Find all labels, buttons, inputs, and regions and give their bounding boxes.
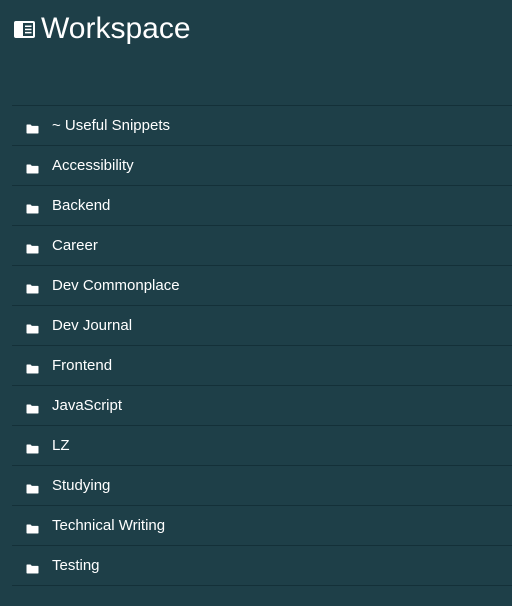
folder-item-dev-commonplace[interactable]: Dev Commonplace (12, 266, 512, 306)
folder-icon (26, 241, 39, 253)
folder-icon (26, 521, 39, 533)
folder-icon (26, 161, 39, 173)
folder-label: Frontend (52, 357, 113, 374)
folder-item-useful-snippets[interactable]: ~ Useful Snippets (12, 106, 512, 146)
folder-icon (26, 401, 39, 413)
folder-item-backend[interactable]: Backend (12, 186, 512, 226)
folder-icon (26, 201, 39, 213)
folder-item-technical-writing[interactable]: Technical Writing (12, 506, 512, 546)
folder-icon (26, 281, 39, 293)
folder-label: Backend (52, 197, 111, 214)
sidebar-notebook-icon[interactable] (13, 20, 36, 39)
folder-icon (26, 561, 39, 573)
folder-label: Career (52, 237, 98, 254)
folder-item-accessibility[interactable]: Accessibility (12, 146, 512, 186)
folder-item-career[interactable]: Career (12, 226, 512, 266)
workspace-header: Workspace (13, 9, 191, 49)
folder-item-lz[interactable]: LZ (12, 426, 512, 466)
page-title: Workspace (41, 12, 191, 45)
folder-label: JavaScript (52, 397, 123, 414)
folder-item-testing[interactable]: Testing (12, 546, 512, 586)
folder-label: ~ Useful Snippets (52, 117, 170, 134)
folder-label: LZ (52, 437, 70, 454)
folder-label: Dev Journal (52, 317, 133, 334)
folder-item-javascript[interactable]: JavaScript (12, 386, 512, 426)
folder-icon (26, 321, 39, 333)
folder-icon (26, 361, 39, 373)
folder-label: Technical Writing (52, 517, 166, 534)
folder-item-dev-journal[interactable]: Dev Journal (12, 306, 512, 346)
folder-item-frontend[interactable]: Frontend (12, 346, 512, 386)
folder-label: Accessibility (52, 157, 134, 174)
folder-item-studying[interactable]: Studying (12, 466, 512, 506)
folder-label: Dev Commonplace (52, 277, 180, 294)
folder-label: Testing (52, 557, 100, 574)
folder-icon (26, 121, 39, 133)
folder-label: Studying (52, 477, 111, 494)
folder-list: ~ Useful Snippets Accessibility Backend … (12, 105, 512, 586)
folder-icon (26, 481, 39, 493)
folder-icon (26, 441, 39, 453)
